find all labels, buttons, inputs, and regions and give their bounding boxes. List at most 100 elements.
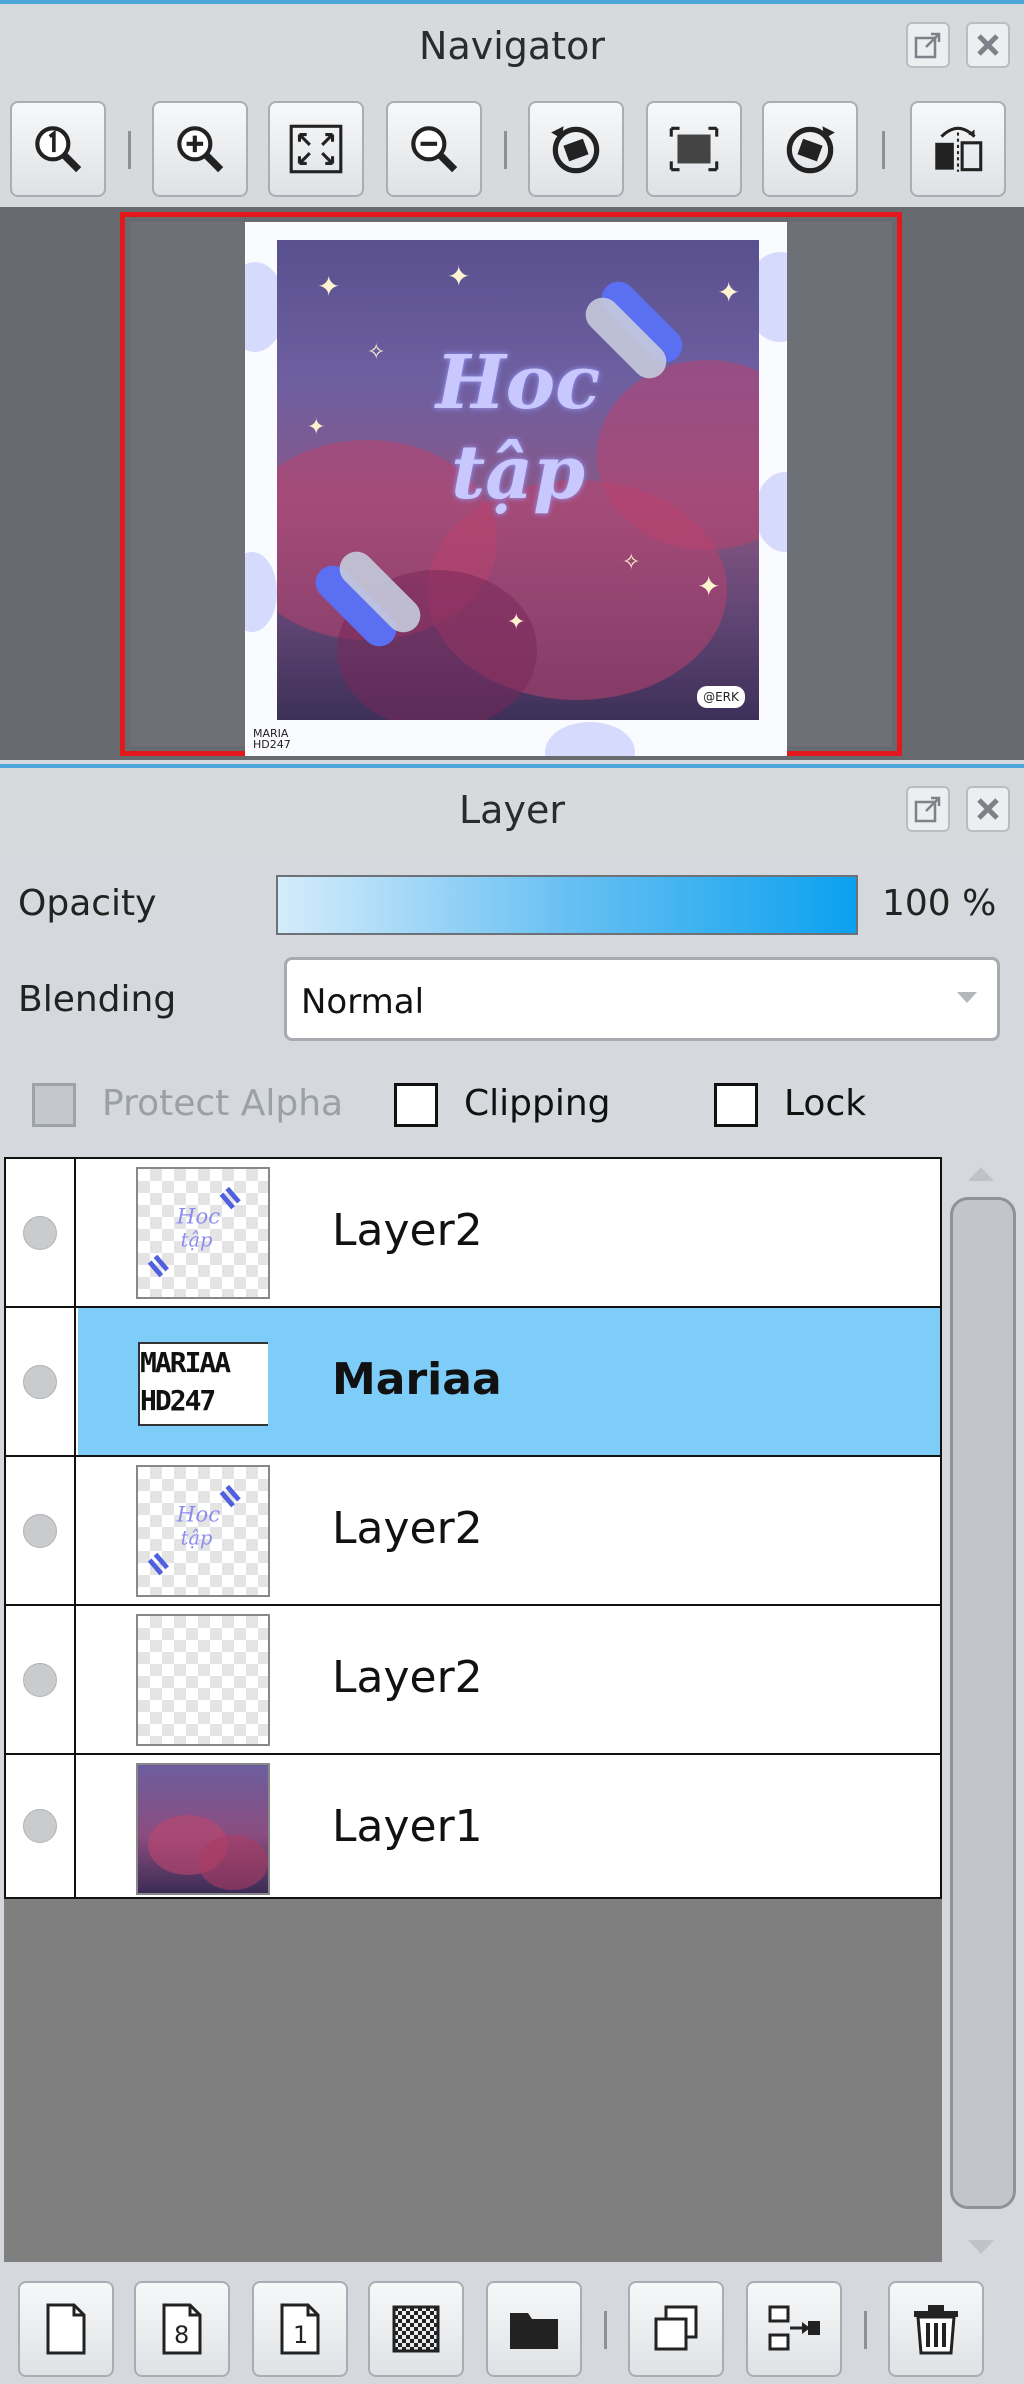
artwork-watermark: MARIA HD247 bbox=[253, 728, 291, 750]
lock-label: Lock bbox=[784, 1083, 867, 1124]
lock-checkbox[interactable] bbox=[714, 1083, 758, 1127]
sparkle-icon: ✦ bbox=[717, 276, 741, 309]
chevron-down-icon bbox=[957, 992, 977, 1003]
layer-close-button[interactable] bbox=[966, 786, 1010, 832]
toolbar-separator bbox=[504, 131, 507, 169]
sparkle-icon: ✦ bbox=[507, 610, 526, 635]
layer-list[interactable]: Hoc tập Layer2 MARIAA HD247 Mariaa Hoc t… bbox=[4, 1157, 942, 2262]
layer-row[interactable]: Layer2 bbox=[4, 1604, 942, 1755]
navigator-viewport-frame[interactable]: Hoc tập ✦ ✦ ✦ ✧ ✦ ✦ ✧ ✦ @ERK MARIA HD247 bbox=[120, 212, 902, 756]
layer-row-body[interactable]: Hoc tập Layer2 bbox=[78, 1457, 940, 1604]
svg-text:Hoc: Hoc bbox=[176, 1502, 220, 1527]
layer-visibility-toggle[interactable] bbox=[6, 1606, 76, 1753]
sparkle-icon: ✦ bbox=[447, 260, 471, 293]
fit-to-window-button[interactable] bbox=[268, 101, 364, 197]
layer-row-body[interactable]: MARIAA HD247 Mariaa bbox=[78, 1308, 940, 1455]
layer-thumbnail bbox=[136, 1763, 270, 1895]
navigator-title: Navigator bbox=[419, 24, 605, 68]
clipping-checkbox[interactable] bbox=[394, 1083, 438, 1127]
new-1bit-layer-icon: 1 bbox=[280, 2303, 320, 2355]
sparkle-icon: ✦ bbox=[307, 415, 326, 440]
layer-name: Mariaa bbox=[332, 1354, 502, 1405]
zoom-in-button[interactable] bbox=[152, 101, 248, 197]
blending-select[interactable]: Normal bbox=[284, 957, 1000, 1041]
protect-alpha-checkbox[interactable] bbox=[32, 1083, 76, 1127]
blending-value: Normal bbox=[301, 982, 425, 1022]
layer-popout-button[interactable] bbox=[906, 786, 950, 832]
close-icon bbox=[977, 34, 999, 56]
visibility-dot-icon bbox=[23, 1215, 57, 1250]
layer-visibility-toggle[interactable] bbox=[6, 1159, 76, 1306]
layer-row[interactable]: Hoc tập Layer2 bbox=[4, 1157, 942, 1308]
toolbar-separator bbox=[128, 131, 131, 169]
merge-down-button[interactable] bbox=[746, 2281, 842, 2377]
popout-icon bbox=[914, 796, 941, 823]
navigator-close-button[interactable] bbox=[966, 22, 1010, 68]
duplicate-layer-button[interactable] bbox=[628, 2281, 724, 2377]
navigator-popout-button[interactable] bbox=[906, 22, 950, 68]
new-folder-button[interactable] bbox=[486, 2281, 582, 2377]
scroll-up-icon[interactable] bbox=[968, 1167, 994, 1181]
layer-panel-body: Opacity 100 % Blending Normal Protect Al… bbox=[0, 859, 1024, 2384]
fit-to-window-icon bbox=[289, 124, 343, 174]
opacity-value: 100 % bbox=[882, 883, 997, 924]
watermark-thumb-text: MARIAA HD247 bbox=[140, 1344, 231, 1420]
toolbar-separator bbox=[864, 2311, 867, 2349]
artwork-tag: @ERK bbox=[697, 686, 745, 708]
layer-visibility-toggle[interactable] bbox=[6, 1308, 76, 1455]
zoom-in-icon bbox=[177, 126, 224, 173]
reset-rotation-icon bbox=[669, 126, 719, 172]
layer-row-selected[interactable]: MARIAA HD247 Mariaa bbox=[4, 1306, 942, 1457]
layer-row-body[interactable]: Layer2 bbox=[78, 1606, 940, 1753]
layer-visibility-toggle[interactable] bbox=[6, 1755, 76, 1897]
duplicate-layer-icon bbox=[654, 2305, 698, 2351]
layer-visibility-toggle[interactable] bbox=[6, 1457, 76, 1604]
layer-scrollbar[interactable] bbox=[944, 1157, 1020, 2262]
visibility-dot-icon bbox=[23, 1662, 57, 1697]
new-layer-button[interactable] bbox=[18, 2281, 114, 2377]
svg-text:tập: tập bbox=[181, 1229, 213, 1252]
zoom-actual-icon bbox=[35, 126, 82, 173]
artwork-title-line2: tập bbox=[451, 430, 585, 516]
scroll-down-icon[interactable] bbox=[968, 2240, 994, 2254]
rotate-right-icon bbox=[786, 126, 835, 174]
decor-blob bbox=[545, 722, 635, 756]
layer-name: Layer2 bbox=[332, 1503, 483, 1554]
svg-text:tập: tập bbox=[181, 1527, 213, 1550]
zoom-out-button[interactable] bbox=[386, 101, 482, 197]
new-halftone-layer-button[interactable] bbox=[368, 2281, 464, 2377]
navigator-toolbar bbox=[0, 95, 1024, 207]
layer-row-body[interactable]: Hoc tập Layer2 bbox=[78, 1159, 940, 1306]
rotate-right-button[interactable] bbox=[762, 101, 858, 197]
new-1bit-layer-button[interactable]: 1 bbox=[252, 2281, 348, 2377]
layer-title: Layer bbox=[459, 788, 565, 832]
popout-icon bbox=[914, 32, 941, 59]
delete-layer-button[interactable] bbox=[888, 2281, 984, 2377]
layer-row[interactable]: Hoc tập Layer2 bbox=[4, 1455, 942, 1606]
layer-thumbnail bbox=[136, 1614, 270, 1746]
layer-thumbnail: Hoc tập bbox=[136, 1167, 270, 1299]
sparkle-icon: ✦ bbox=[697, 570, 721, 603]
text-art-thumb-icon: Hoc tập bbox=[147, 1484, 241, 1576]
reset-rotation-button[interactable] bbox=[646, 101, 742, 197]
layer-thumbnail: Hoc tập bbox=[136, 1465, 270, 1597]
layer-toolbar: 8 1 bbox=[0, 2265, 1024, 2384]
decor-blob bbox=[755, 472, 787, 552]
layer-row[interactable]: Layer1 bbox=[4, 1753, 942, 1899]
scrollbar-thumb[interactable] bbox=[950, 1197, 1016, 2209]
canvas-preview: Hoc tập ✦ ✦ ✦ ✧ ✦ ✦ ✧ ✦ @ERK MARIA HD247 bbox=[245, 222, 787, 756]
rotate-left-button[interactable] bbox=[528, 101, 624, 197]
artwork-title-line1: Hoc bbox=[435, 340, 601, 426]
zoom-actual-button[interactable] bbox=[10, 101, 106, 197]
layer-thumbnail: MARIAA HD247 bbox=[136, 1316, 270, 1448]
protect-alpha-label: Protect Alpha bbox=[102, 1083, 344, 1124]
flip-horizontal-button[interactable] bbox=[910, 101, 1006, 197]
toolbar-separator bbox=[604, 2311, 607, 2349]
layer-header: Layer bbox=[0, 764, 1024, 859]
layer-row-body[interactable]: Layer1 bbox=[78, 1755, 940, 1897]
opacity-label: Opacity bbox=[18, 883, 157, 924]
rotate-left-icon bbox=[551, 126, 600, 174]
opacity-slider[interactable] bbox=[276, 875, 858, 935]
new-8bit-layer-button[interactable]: 8 bbox=[134, 2281, 230, 2377]
navigator-preview-area[interactable]: Hoc tập ✦ ✦ ✦ ✧ ✦ ✦ ✧ ✦ @ERK MARIA HD247 bbox=[0, 207, 1024, 760]
